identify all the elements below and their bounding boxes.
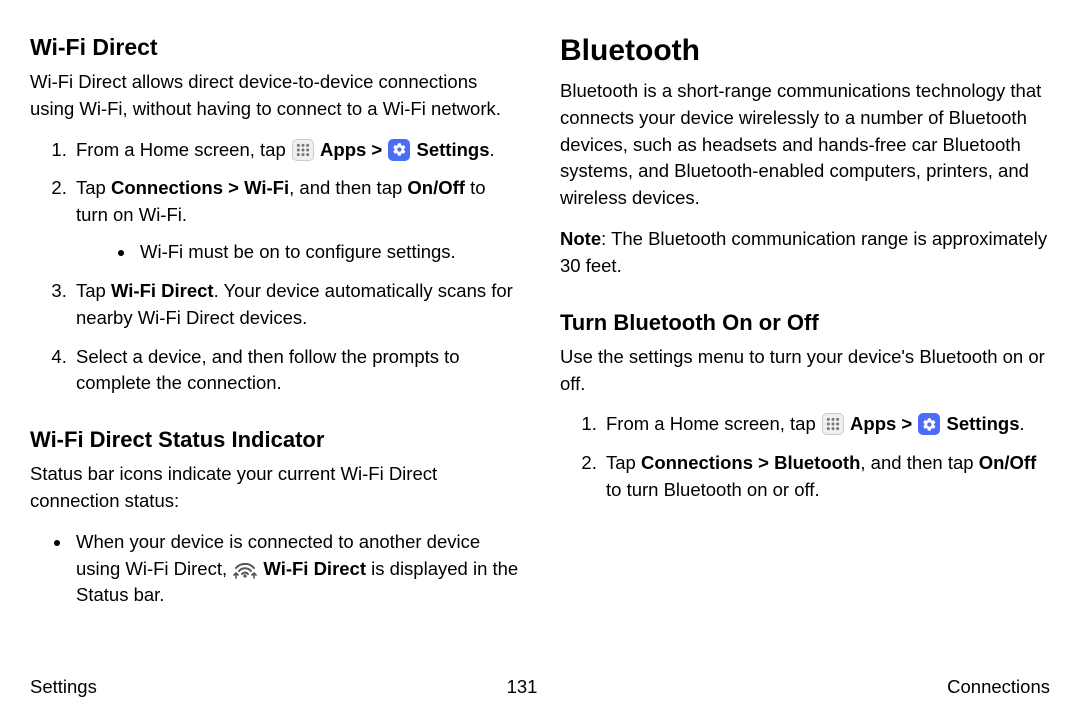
gear-icon	[388, 139, 410, 161]
list-item: When your device is connected to another…	[72, 529, 520, 609]
list-item: Tap Connections > Bluetooth, and then ta…	[602, 450, 1050, 504]
status-bullet-list: When your device is connected to another…	[30, 529, 520, 609]
heading-turn-bt: Turn Bluetooth On or Off	[560, 310, 1050, 336]
footer-left: Settings	[30, 676, 97, 698]
page-footer: Settings 131 Connections	[30, 676, 1050, 698]
gear-icon	[918, 413, 940, 435]
wifi-direct-steps: From a Home screen, tap Apps > Settings.…	[30, 137, 520, 398]
paragraph-bluetooth: Bluetooth is a short‑range communication…	[560, 78, 1050, 212]
list-item: Tap Wi‑Fi Direct. Your device automatica…	[72, 278, 520, 332]
paragraph-status: Status bar icons indicate your current W…	[30, 461, 520, 515]
heading-bluetooth: Bluetooth	[560, 34, 1050, 68]
wifi-direct-icon	[233, 558, 257, 580]
list-item: From a Home screen, tap Apps > Settings.	[72, 137, 520, 164]
heading-wifi-direct: Wi‑Fi Direct	[30, 34, 520, 61]
list-item: Select a device, and then follow the pro…	[72, 344, 520, 398]
list-item: Tap Connections > Wi‑Fi, and then tap On…	[72, 175, 520, 265]
left-column: Wi‑Fi Direct Wi‑Fi Direct allows direct …	[30, 34, 520, 623]
footer-right: Connections	[947, 676, 1050, 698]
list-item: From a Home screen, tap Apps > Settings.	[602, 411, 1050, 438]
apps-icon	[292, 139, 314, 161]
sub-bullet: Wi‑Fi must be on to configure settings.	[76, 239, 520, 266]
right-column: Bluetooth Bluetooth is a short‑range com…	[560, 34, 1050, 623]
heading-status-indicator: Wi‑Fi Direct Status Indicator	[30, 427, 520, 453]
page-columns: Wi‑Fi Direct Wi‑Fi Direct allows direct …	[30, 34, 1050, 623]
paragraph-turn-bt: Use the settings menu to turn your devic…	[560, 344, 1050, 398]
paragraph-wifi-direct: Wi‑Fi Direct allows direct device‑to‑dev…	[30, 69, 520, 123]
bt-steps: From a Home screen, tap Apps > Settings.…	[560, 411, 1050, 503]
note-bluetooth-range: Note: The Bluetooth communication range …	[560, 226, 1050, 280]
apps-icon	[822, 413, 844, 435]
list-item: Wi‑Fi must be on to configure settings.	[136, 239, 520, 266]
footer-page-number: 131	[507, 676, 538, 698]
